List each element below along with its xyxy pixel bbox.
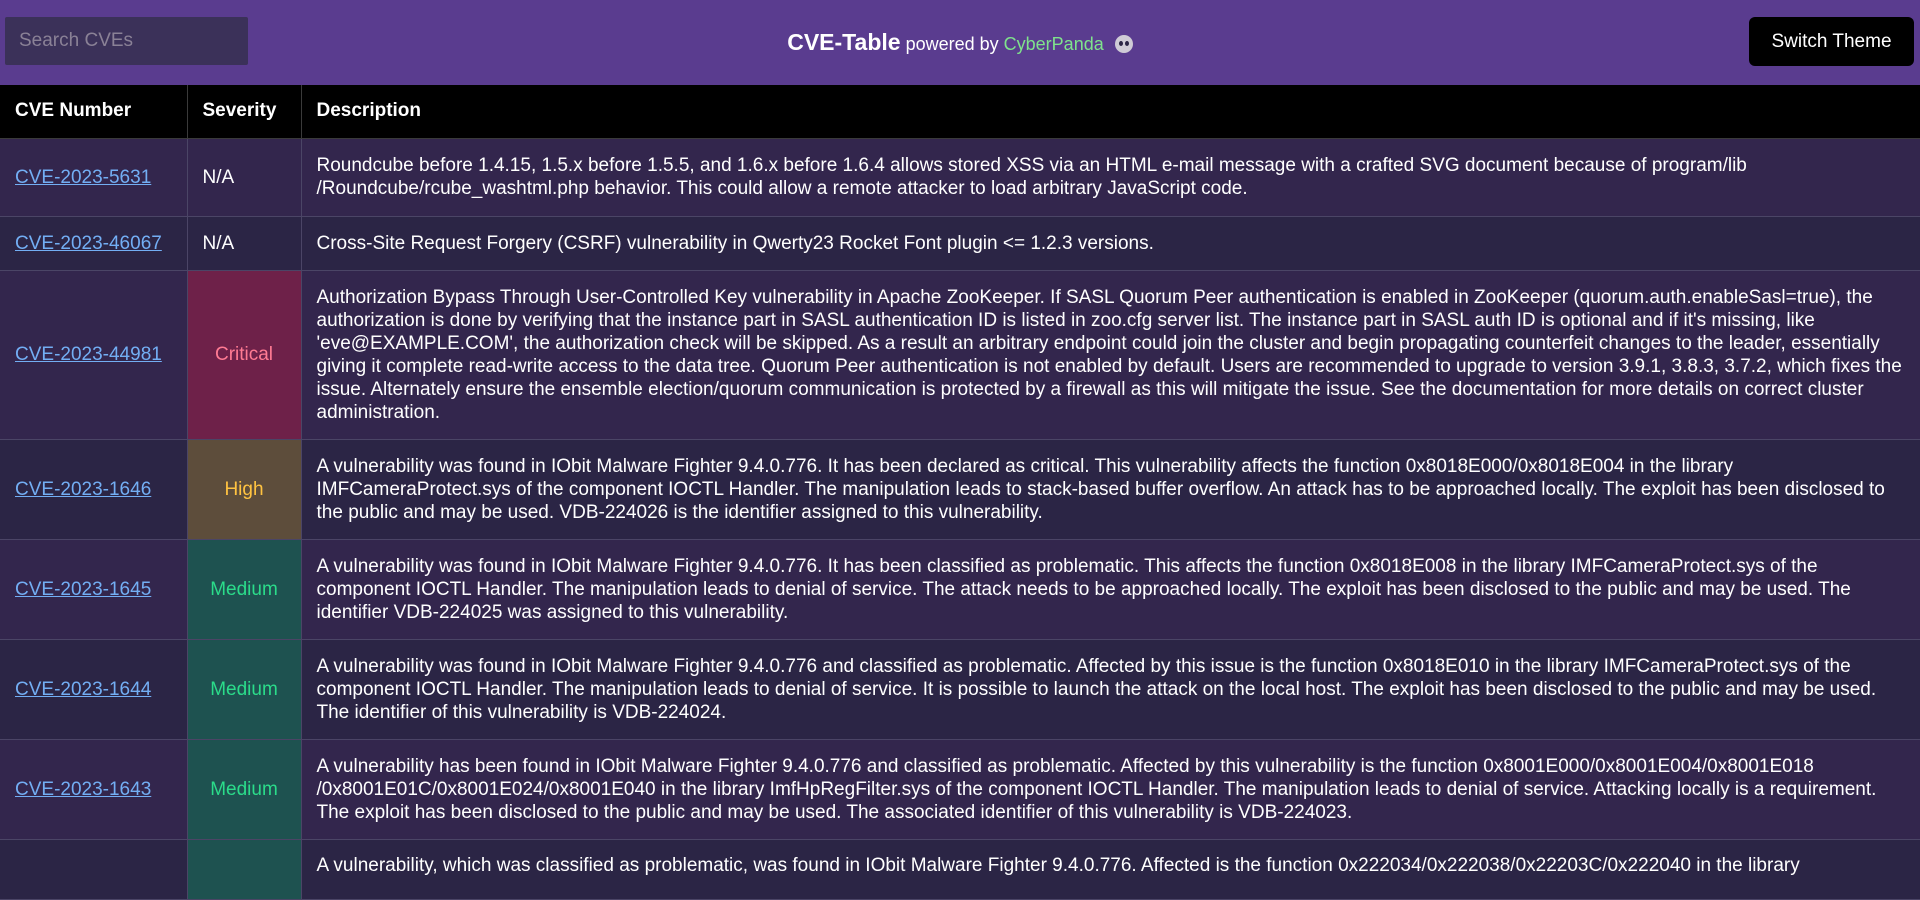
- severity-badge-medium: Medium: [187, 739, 302, 840]
- search-input[interactable]: [5, 17, 248, 65]
- switch-theme-button[interactable]: Switch Theme: [1749, 17, 1914, 66]
- cve-cell: CVE-2023-1646: [0, 439, 188, 540]
- description-cell: Cross-Site Request Forgery (CSRF) vulner…: [301, 216, 1920, 271]
- cve-cell: CVE-2023-44981: [0, 270, 188, 440]
- powered-by-text: powered by: [905, 34, 999, 54]
- panda-icon: [1114, 35, 1133, 53]
- cve-cell: CVE-2023-5631: [0, 138, 188, 217]
- cve-link[interactable]: CVE-2023-1643: [15, 779, 151, 800]
- table-row: CVE-2023-46067 N/A Cross-Site Request Fo…: [0, 216, 1920, 271]
- description-cell: A vulnerability has been found in IObit …: [301, 739, 1920, 840]
- cve-link[interactable]: CVE-2023-5631: [15, 167, 151, 188]
- table-row: CVE-2023-1643 Medium A vulnerability has…: [0, 739, 1920, 840]
- cve-cell: [0, 839, 188, 900]
- severity-badge-high: High: [187, 439, 302, 540]
- cve-table: CVE Number Severity Description CVE-2023…: [0, 85, 1920, 900]
- table-row: CVE-2023-44981 Critical Authorization By…: [0, 270, 1920, 440]
- cve-link[interactable]: CVE-2023-1646: [15, 479, 151, 500]
- column-header-severity[interactable]: Severity: [187, 85, 302, 139]
- description-cell: A vulnerability was found in IObit Malwa…: [301, 639, 1920, 740]
- table-header-row: CVE Number Severity Description: [0, 85, 1920, 139]
- cve-link[interactable]: CVE-2023-44981: [15, 344, 162, 365]
- cve-link[interactable]: CVE-2023-1645: [15, 579, 151, 600]
- severity-badge-medium: Medium: [187, 639, 302, 740]
- top-bar: CVE-Table powered by CyberPanda Switch T…: [0, 0, 1920, 85]
- severity-cell: N/A: [187, 216, 302, 271]
- description-cell: Roundcube before 1.4.15, 1.5.x before 1.…: [301, 138, 1920, 217]
- severity-cell: N/A: [187, 138, 302, 217]
- description-cell: A vulnerability was found in IObit Malwa…: [301, 439, 1920, 540]
- cve-cell: CVE-2023-1644: [0, 639, 188, 740]
- cve-cell: CVE-2023-46067: [0, 216, 188, 271]
- table-row: A vulnerability, which was classified as…: [0, 839, 1920, 900]
- cve-cell: CVE-2023-1645: [0, 539, 188, 640]
- severity-badge-medium: [187, 839, 302, 900]
- column-header-cve-number[interactable]: CVE Number: [0, 85, 188, 139]
- table-row: CVE-2023-1644 Medium A vulnerability was…: [0, 639, 1920, 740]
- description-cell: Authorization Bypass Through User-Contro…: [301, 270, 1920, 440]
- app-title: CVE-Table: [787, 29, 901, 55]
- description-cell: A vulnerability was found in IObit Malwa…: [301, 539, 1920, 640]
- severity-badge-medium: Medium: [187, 539, 302, 640]
- company-name: CyberPanda: [1003, 34, 1104, 54]
- description-cell: A vulnerability, which was classified as…: [301, 839, 1920, 900]
- table-row: CVE-2023-5631 N/A Roundcube before 1.4.1…: [0, 138, 1920, 217]
- cve-link[interactable]: CVE-2023-46067: [15, 233, 162, 254]
- cve-cell: CVE-2023-1643: [0, 739, 188, 840]
- cve-link[interactable]: CVE-2023-1644: [15, 679, 151, 700]
- table-row: CVE-2023-1646 High A vulnerability was f…: [0, 439, 1920, 540]
- table-row: CVE-2023-1645 Medium A vulnerability was…: [0, 539, 1920, 640]
- column-header-description[interactable]: Description: [301, 85, 1920, 139]
- brand-header: CVE-Table powered by CyberPanda: [0, 26, 1920, 60]
- severity-badge-critical: Critical: [187, 270, 302, 440]
